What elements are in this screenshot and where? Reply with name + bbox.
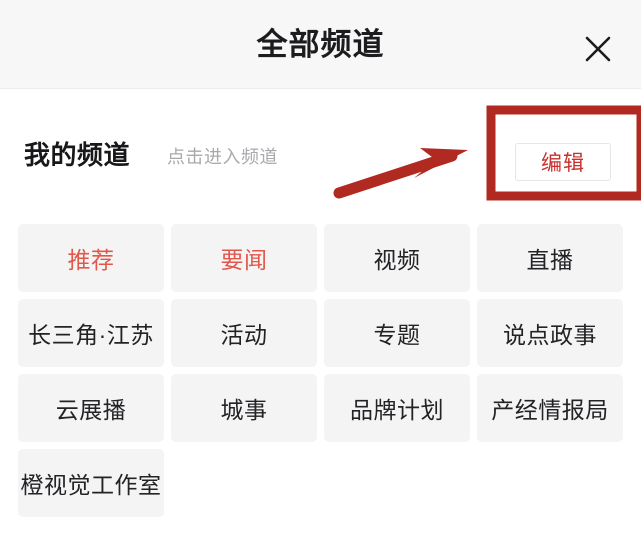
close-icon [584,35,612,63]
channel-tile[interactable]: 要闻 [171,224,317,292]
channel-tile[interactable]: 云展播 [18,374,164,442]
channel-tile[interactable]: 专题 [324,299,470,367]
channel-tile[interactable]: 活动 [171,299,317,367]
page-title: 全部频道 [256,27,385,62]
channel-tile[interactable]: 推荐 [18,224,164,292]
section-title: 我的频道 [24,140,131,170]
channel-tile[interactable]: 说点政事 [477,299,623,367]
channel-tile[interactable]: 直播 [477,224,623,292]
channel-tile[interactable]: 城事 [171,374,317,442]
section-hint: 点击进入频道 [167,147,278,167]
channel-tile[interactable]: 视频 [324,224,470,292]
channel-tile[interactable]: 产经情报局 [477,374,623,442]
channel-tile[interactable]: 品牌计划 [324,374,470,442]
edit-button[interactable]: 编辑 [515,143,611,181]
channel-grid: 推荐 要闻 视频 直播长三角·江苏 活动 专题 说点政事云展播 城事 品牌计划 产经情报局橙视觉工… [18,224,630,517]
close-button[interactable] [573,24,623,74]
modal-header: 全部频道 [0,0,641,89]
channel-tile[interactable]: 长三角·江苏 [18,299,164,367]
channel-tile[interactable]: 橙视觉工作室 [18,449,164,517]
